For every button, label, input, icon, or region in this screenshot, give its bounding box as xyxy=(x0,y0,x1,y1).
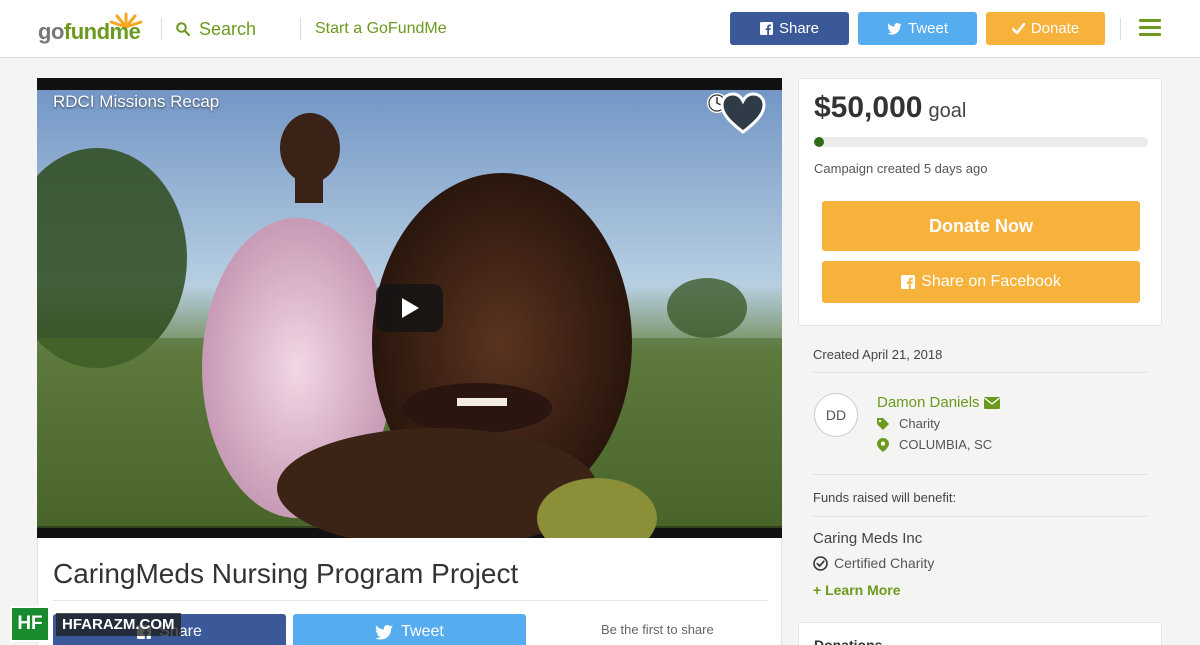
map-pin-icon xyxy=(877,437,889,452)
divider xyxy=(813,474,1147,475)
goal-line: $50,000 goal xyxy=(814,91,966,125)
header-divider xyxy=(300,18,301,40)
start-gofundme-link[interactable]: Start a GoFundMe xyxy=(315,20,447,38)
header-tweet-button[interactable]: Tweet xyxy=(858,12,977,45)
search-link[interactable]: Search xyxy=(176,18,256,40)
search-icon xyxy=(176,22,190,36)
header-divider xyxy=(161,18,162,40)
watermark: HF HFARAZM.COM xyxy=(10,606,181,642)
video-title: RDCI Missions Recap xyxy=(53,92,220,111)
first-share-text: Be the first to share xyxy=(601,622,714,637)
twitter-icon xyxy=(375,624,394,640)
goal-amount: $50,000 xyxy=(814,91,923,124)
location-row: COLUMBIA, SC xyxy=(877,437,992,452)
divider xyxy=(813,372,1147,373)
created-date: Created April 21, 2018 xyxy=(813,347,943,362)
goal-card: $50,000 goal Campaign created 5 days ago… xyxy=(798,78,1162,326)
certified-charity: Certified Charity xyxy=(813,555,934,571)
divider xyxy=(813,516,1147,517)
campaign-tweet-button[interactable]: Tweet xyxy=(293,614,526,645)
facebook-icon xyxy=(901,275,916,289)
header-divider xyxy=(1120,18,1121,40)
heart-icon[interactable] xyxy=(720,92,766,136)
beneficiary-name: Caring Meds Inc xyxy=(813,530,923,547)
donations-card: Donations xyxy=(798,622,1162,645)
benefit-label: Funds raised will benefit: xyxy=(813,490,957,505)
donate-now-button[interactable]: Donate Now xyxy=(822,201,1140,251)
goal-word: goal xyxy=(928,100,967,122)
category-row: Charity xyxy=(877,416,940,431)
check-icon xyxy=(1011,23,1025,34)
location-label: COLUMBIA, SC xyxy=(899,437,993,452)
logo-text: gofundme xyxy=(38,19,141,44)
campaign-title: CaringMeds Nursing Program Project xyxy=(53,558,519,589)
header-donate-label: Donate xyxy=(1030,20,1080,37)
category-label: Charity xyxy=(899,416,941,431)
search-label: Search xyxy=(199,18,257,39)
progress-fill xyxy=(814,137,825,147)
share-on-facebook-label: Share on Facebook xyxy=(921,273,1061,290)
learn-more-link[interactable]: + Learn More xyxy=(813,582,901,598)
divider xyxy=(53,600,768,601)
facebook-icon xyxy=(759,22,773,35)
header-share-label: Share xyxy=(778,20,820,37)
share-on-facebook-button[interactable]: Share on Facebook xyxy=(822,261,1140,303)
twitter-icon xyxy=(887,22,902,35)
header-donate-button[interactable]: Donate xyxy=(986,12,1105,45)
donations-heading: Donations xyxy=(814,637,883,645)
menu-icon[interactable] xyxy=(1139,19,1161,37)
play-button[interactable] xyxy=(376,284,443,332)
organizer-link[interactable]: Damon Daniels xyxy=(877,394,1000,411)
play-icon xyxy=(401,298,419,318)
header-tweet-label: Tweet xyxy=(907,20,949,37)
gofundme-logo[interactable]: gofundme xyxy=(38,11,146,45)
envelope-icon[interactable] xyxy=(983,396,1000,409)
top-header: gofundme Search Start a GoFundMe Share T… xyxy=(0,0,1200,58)
header-share-button[interactable]: Share xyxy=(730,12,849,45)
check-circle-icon xyxy=(813,555,828,571)
avatar: DD xyxy=(814,393,858,437)
watermark-badge: HF xyxy=(10,606,50,642)
campaign-tweet-label: Tweet xyxy=(401,623,444,640)
campaign-video[interactable]: RDCI Missions Recap xyxy=(37,78,782,538)
campaign-created-ago: Campaign created 5 days ago xyxy=(814,161,988,176)
progress-bar xyxy=(814,137,1148,147)
organizer-name: Damon Daniels xyxy=(877,394,980,411)
tag-icon xyxy=(877,417,889,430)
watermark-text: HFARAZM.COM xyxy=(56,612,181,636)
certified-label: Certified Charity xyxy=(834,555,935,571)
